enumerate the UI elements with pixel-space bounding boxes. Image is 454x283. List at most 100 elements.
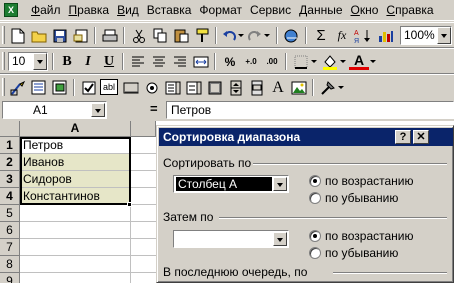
row-header[interactable]: 1 [0, 137, 20, 154]
font-color-dropdown[interactable] [369, 52, 378, 71]
cell[interactable] [20, 222, 131, 239]
menu-item-8[interactable]: Справка [382, 3, 437, 18]
new-document-icon[interactable] [8, 26, 28, 45]
command-button-tool-icon[interactable] [121, 78, 141, 97]
copy-icon[interactable] [150, 26, 170, 45]
excel-logo-icon[interactable]: X [4, 3, 18, 17]
email-icon[interactable] [71, 26, 91, 45]
then-by-descending-radio[interactable]: по убыванию [309, 246, 398, 260]
checkbox-tool-icon[interactable] [79, 78, 99, 97]
toggle-button-tool-icon[interactable] [205, 78, 225, 97]
more-controls-icon[interactable] [318, 78, 338, 97]
cell[interactable] [20, 256, 131, 273]
more-controls-dropdown[interactable] [337, 78, 346, 97]
save-icon[interactable] [50, 26, 70, 45]
dialog-titlebar[interactable]: Сортировка диапазона ? ✕ [159, 128, 453, 146]
sort-by-ascending-radio[interactable]: по возрастанию [309, 174, 414, 188]
listbox-tool-icon[interactable] [163, 78, 183, 97]
row-header[interactable]: 2 [0, 154, 20, 171]
menu-item-0[interactable]: Файл [27, 3, 65, 18]
merge-center-icon[interactable] [191, 52, 211, 71]
paste-icon[interactable] [171, 26, 191, 45]
toolbar-grip[interactable] [2, 78, 5, 96]
percent-button[interactable]: % [220, 52, 240, 71]
cell[interactable] [20, 239, 131, 256]
menu-item-4[interactable]: Формат [195, 3, 246, 18]
chevron-down-icon[interactable] [273, 232, 287, 246]
underline-button[interactable]: U [99, 52, 119, 71]
label-tool-button[interactable]: A [268, 78, 288, 97]
chevron-down-icon[interactable] [437, 27, 451, 44]
chevron-down-icon[interactable] [91, 103, 105, 117]
fill-color-dropdown[interactable] [339, 52, 348, 71]
autosum-icon[interactable]: Σ [311, 26, 331, 45]
align-left-icon[interactable] [128, 52, 148, 71]
row-header[interactable]: 4 [0, 188, 20, 205]
row-header[interactable]: 3 [0, 171, 20, 188]
menu-item-5[interactable]: Сервис [246, 3, 295, 18]
cut-icon[interactable] [129, 26, 149, 45]
cell[interactable] [20, 205, 131, 222]
cell[interactable]: Иванов [20, 154, 131, 171]
help-button[interactable]: ? [395, 130, 411, 144]
sort-by-descending-radio[interactable]: по убыванию [309, 191, 398, 205]
format-painter-icon[interactable] [192, 26, 212, 45]
font-size-combo[interactable]: 10 [8, 52, 48, 71]
bold-button[interactable]: B [57, 52, 77, 71]
decrease-decimal-button[interactable]: .00 [262, 52, 282, 71]
formula-input[interactable]: Петров [166, 101, 454, 119]
close-button[interactable]: ✕ [413, 130, 429, 144]
font-color-button[interactable]: A [349, 52, 369, 70]
italic-button[interactable]: I [78, 52, 98, 71]
row-header[interactable]: 9 [0, 273, 20, 283]
borders-icon[interactable] [291, 52, 311, 71]
image-tool-icon[interactable] [289, 78, 309, 97]
chevron-down-icon[interactable] [33, 53, 47, 70]
then-by-combo[interactable] [173, 230, 289, 248]
align-right-icon[interactable] [170, 52, 190, 71]
spinner-tool-icon[interactable] [226, 78, 246, 97]
row-header[interactable]: 8 [0, 256, 20, 273]
design-mode-icon[interactable] [8, 78, 28, 97]
row-header[interactable]: 7 [0, 239, 20, 256]
column-header-b[interactable] [131, 121, 156, 137]
menu-item-6[interactable]: Данные [295, 3, 346, 18]
menu-item-3[interactable]: Вставка [143, 3, 196, 18]
sort-ascending-icon[interactable]: AЯ [353, 26, 373, 45]
fill-handle[interactable] [127, 202, 132, 207]
cell[interactable]: Петров [20, 137, 131, 154]
properties-icon[interactable] [29, 78, 49, 97]
redo-icon[interactable] [247, 26, 263, 45]
textbox-tool-button[interactable]: abl [100, 79, 118, 95]
toolbar-grip[interactable] [2, 26, 5, 44]
toolbar-grip[interactable] [2, 52, 5, 70]
redo-dropdown[interactable] [263, 26, 272, 45]
equals-sign[interactable]: = [150, 101, 158, 116]
row-header[interactable]: 5 [0, 205, 20, 222]
name-box[interactable]: A1 [2, 101, 107, 119]
chart-wizard-icon[interactable] [376, 26, 396, 45]
increase-decimal-button[interactable]: +.0 [241, 52, 261, 71]
view-code-icon[interactable] [50, 78, 70, 97]
cell[interactable]: Константинов [20, 188, 131, 205]
borders-dropdown[interactable] [310, 52, 319, 71]
undo-dropdown[interactable] [237, 26, 246, 45]
menu-item-7[interactable]: Окно [347, 3, 383, 18]
print-icon[interactable] [100, 26, 120, 45]
zoom-combo[interactable]: 100% [400, 26, 452, 45]
align-center-icon[interactable] [149, 52, 169, 71]
function-icon[interactable]: fx [332, 26, 352, 45]
cell[interactable]: Сидоров [20, 171, 131, 188]
scrollbar-tool-icon[interactable] [247, 78, 267, 97]
fill-color-icon[interactable] [320, 52, 340, 71]
sort-by-combo[interactable]: Столбец A [173, 175, 289, 193]
menu-item-1[interactable]: Правка [65, 3, 114, 18]
column-header-a[interactable]: A [20, 121, 131, 137]
option-button-tool-icon[interactable] [142, 78, 162, 97]
chevron-down-icon[interactable] [273, 177, 287, 191]
menu-item-2[interactable]: Вид [113, 3, 143, 18]
combobox-tool-icon[interactable] [184, 78, 204, 97]
open-folder-icon[interactable] [29, 26, 49, 45]
then-by-ascending-radio[interactable]: по возрастанию [309, 229, 414, 243]
undo-icon[interactable] [221, 26, 237, 45]
